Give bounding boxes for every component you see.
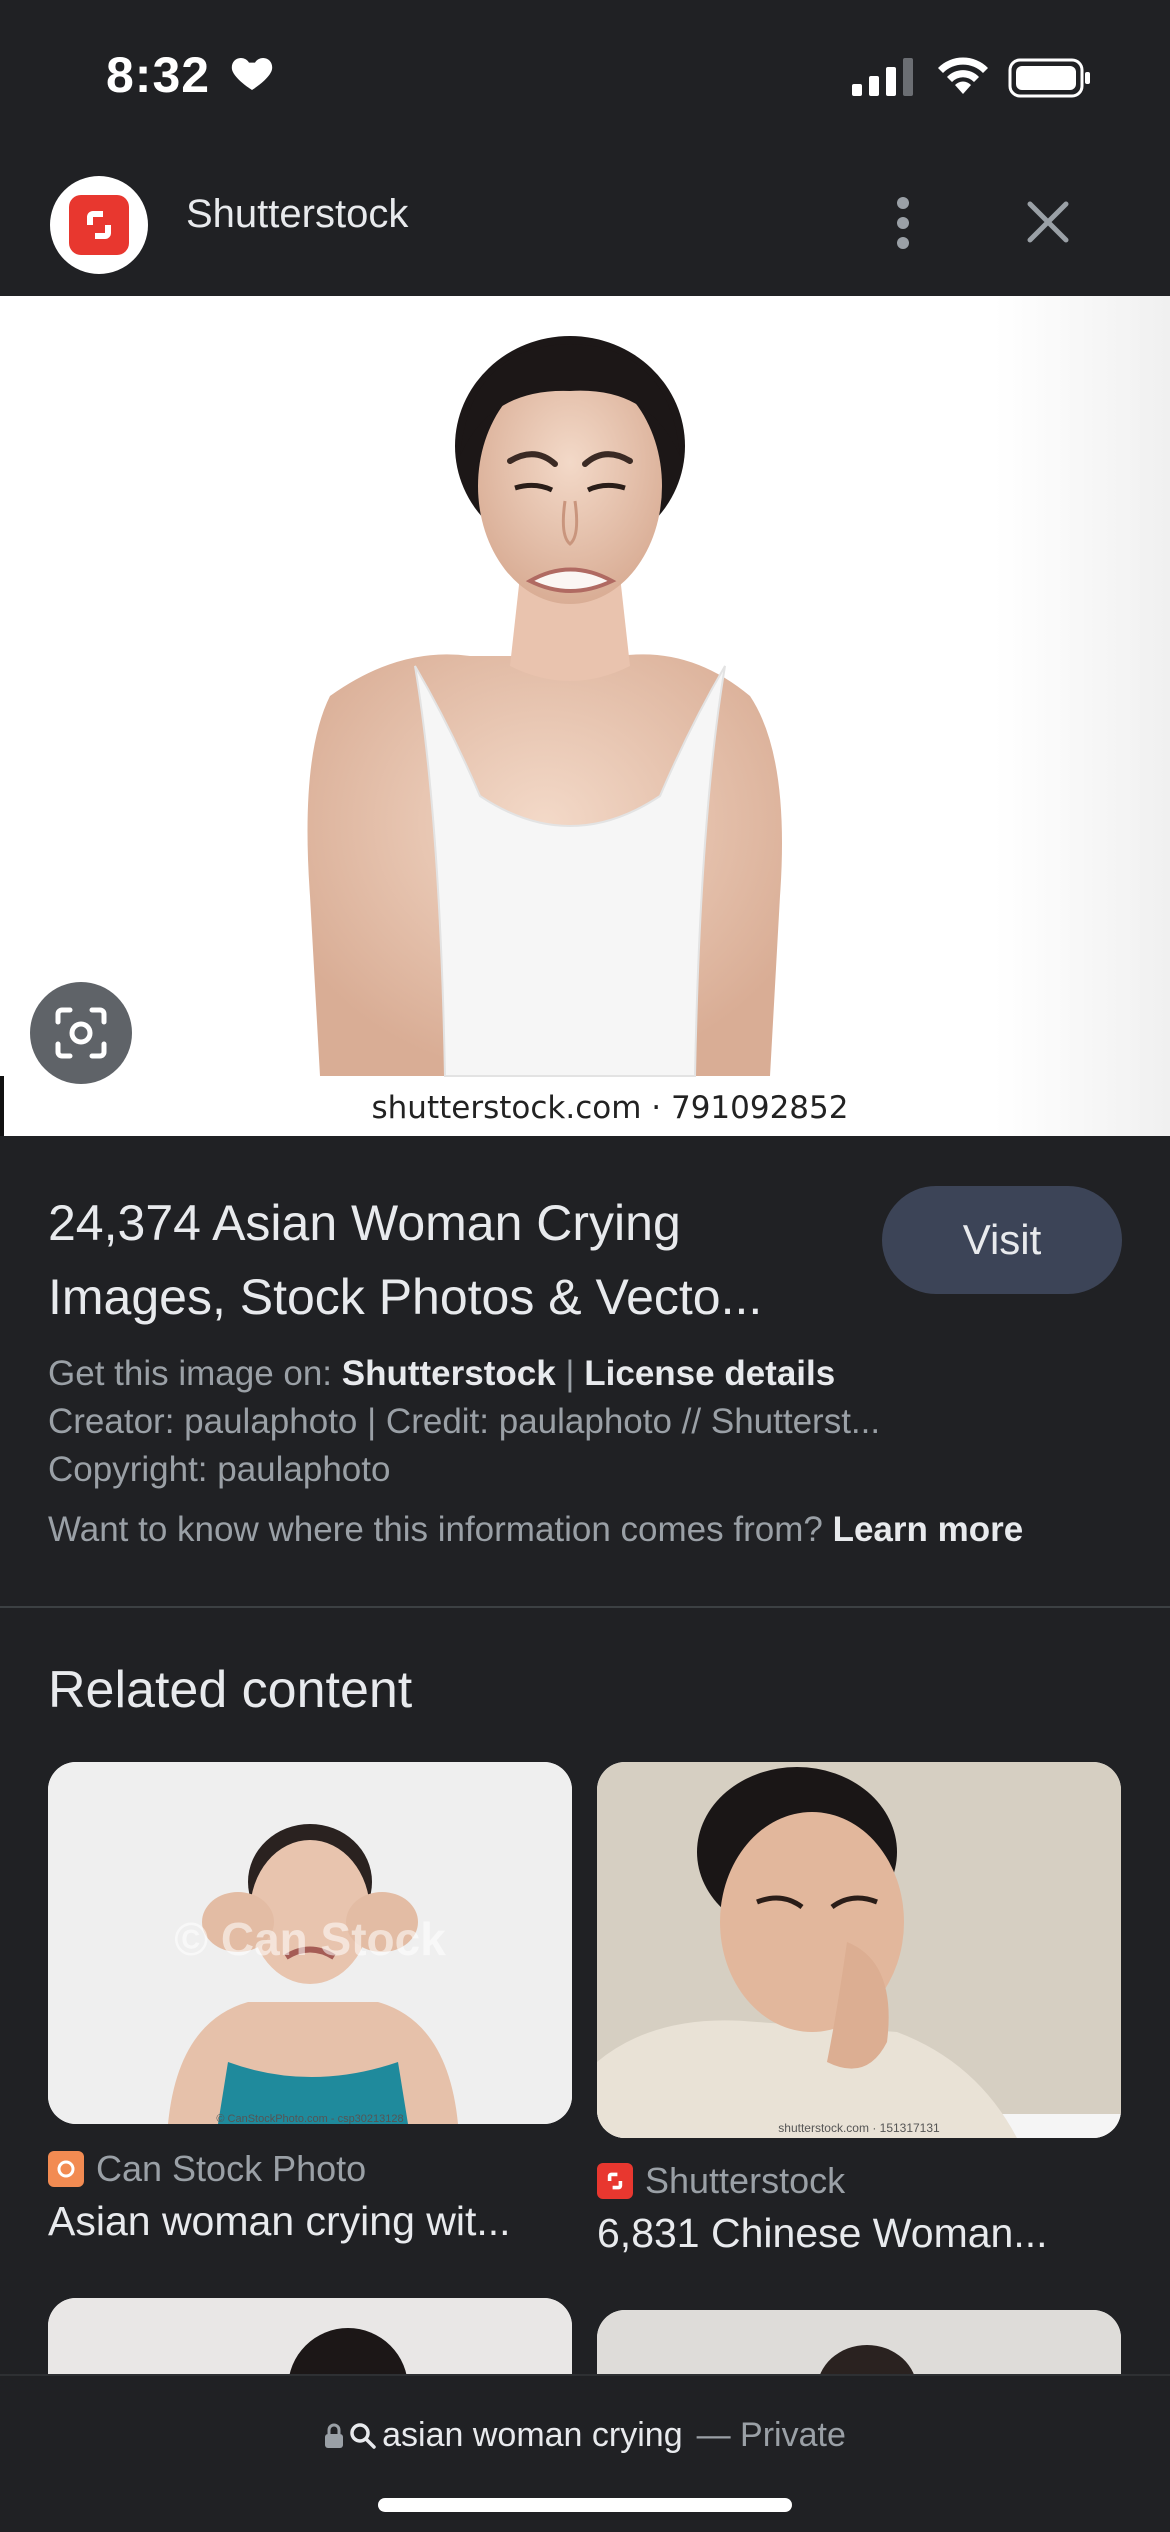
close-icon [1027, 201, 1069, 243]
info-source-line: Want to know where this information come… [48, 1510, 1128, 1550]
crying-woman-thumbnail-2: shutterstock.com · 151317131 [597, 1762, 1121, 2138]
related-card-image[interactable]: © CanStockPhoto.com - csp30213128 © Can … [48, 1762, 572, 2124]
meta-separator: | [555, 1354, 585, 1393]
get-image-prefix: Get this image on: [48, 1354, 342, 1393]
lock-icon [325, 2423, 344, 2448]
section-divider [0, 1606, 1170, 1608]
wifi-icon [938, 57, 988, 94]
creator-line: Creator: paulaphoto | Credit: paulaphoto… [48, 1402, 881, 1441]
status-time: 8:32 [106, 47, 211, 103]
related-card-image[interactable]: shutterstock.com · 151317131 [597, 1762, 1121, 2138]
heart-icon [231, 58, 273, 90]
signal-icon [852, 58, 913, 96]
private-mode-label: — Private [696, 2416, 846, 2454]
get-image-line: Get this image on: Shutterstock | Licens… [48, 1354, 1128, 1394]
viewer-header: Shutterstock [0, 150, 1170, 296]
related-card-source-name: Can Stock Photo [96, 2148, 367, 2189]
status-bar: 8:32 [0, 0, 1170, 150]
related-card-source-name: Shutterstock [645, 2160, 846, 2201]
canstock-caption: © CanStockPhoto.com - csp30213128 [216, 2113, 403, 2124]
search-icon [350, 2422, 376, 2449]
canstock-favicon-icon [48, 2151, 84, 2187]
lens-search-icon [55, 1007, 107, 1059]
search-query-pill[interactable]: asian woman crying — Private [0, 2416, 1170, 2455]
site-name[interactable]: Shutterstock [186, 192, 408, 237]
more-vertical-icon [897, 197, 909, 249]
bottom-url-bar[interactable]: asian woman crying — Private [0, 2374, 1170, 2532]
battery-icon [1008, 58, 1090, 98]
source-link[interactable]: Shutterstock [342, 1354, 556, 1393]
copyright-line: Copyright: paulaphoto [48, 1450, 391, 1489]
lens-search-button[interactable] [30, 982, 132, 1084]
visit-button[interactable]: Visit [882, 1186, 1122, 1294]
close-button[interactable] [1010, 184, 1086, 260]
result-title-line1: 24,374 Asian Woman Crying [48, 1195, 681, 1251]
related-card-title[interactable]: 6,831 Chinese Woman... [597, 2210, 1048, 2257]
shutterstock-logo-icon[interactable] [50, 176, 148, 274]
result-title-line2: Images, Stock Photos & Vecto... [48, 1269, 763, 1325]
shutterstock-caption: shutterstock.com · 151317131 [778, 2121, 940, 2135]
main-image[interactable]: shutterstock.com · 791092852 [0, 296, 1170, 1136]
shutterstock-mark-icon [87, 211, 111, 239]
image-edge-marker [0, 1076, 4, 1136]
related-card-title[interactable]: Asian woman crying wit... [48, 2198, 511, 2245]
result-title[interactable]: 24,374 Asian Woman Crying Images, Stock … [48, 1186, 848, 1334]
more-options-button[interactable] [870, 180, 936, 266]
related-card-source: Can Stock Photo [48, 2148, 366, 2190]
license-details-link[interactable]: License details [584, 1354, 835, 1393]
shutterstock-favicon-icon [597, 2163, 633, 2199]
result-info: 24,374 Asian Woman Crying Images, Stock … [0, 1136, 1170, 1606]
related-content-heading: Related content [48, 1661, 413, 1719]
learn-more-link[interactable]: Learn more [833, 1510, 1024, 1549]
crying-woman-photo [0, 296, 1170, 1136]
info-question: Want to know where this information come… [48, 1510, 833, 1549]
image-watermark: shutterstock.com · 791092852 [371, 1090, 849, 1126]
canstock-watermark: © Can Stock [174, 1913, 446, 1965]
related-card-source: Shutterstock [597, 2160, 845, 2202]
search-query: asian woman crying [382, 2416, 683, 2454]
home-indicator[interactable] [378, 2498, 792, 2512]
